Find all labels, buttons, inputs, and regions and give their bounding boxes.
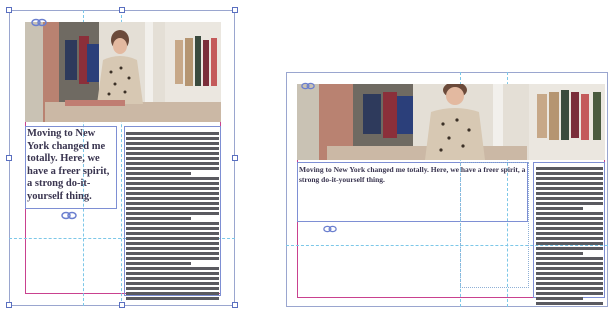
placeholder-line bbox=[126, 192, 219, 195]
placeholder-line bbox=[126, 137, 219, 140]
placeholder-line bbox=[126, 257, 219, 260]
placeholder-line bbox=[536, 182, 603, 185]
placeholder-line bbox=[126, 177, 219, 180]
placeholder-line bbox=[536, 237, 603, 240]
placeholder-line bbox=[536, 272, 603, 275]
left-placeholder-lines bbox=[126, 132, 219, 302]
placeholder-line bbox=[126, 142, 219, 145]
link-chain-icon[interactable] bbox=[323, 225, 337, 233]
placeholder-line bbox=[126, 132, 219, 135]
right-photo-frame[interactable] bbox=[297, 84, 605, 160]
placeholder-line bbox=[126, 162, 219, 165]
placeholder-line bbox=[126, 292, 219, 295]
placeholder-line bbox=[126, 157, 219, 160]
selection-handle-icon[interactable] bbox=[232, 302, 238, 308]
placeholder-line bbox=[536, 297, 583, 300]
placeholder-line bbox=[536, 267, 603, 270]
link-chain-icon[interactable] bbox=[31, 18, 47, 27]
placeholder-line bbox=[536, 212, 603, 215]
placeholder-line bbox=[536, 197, 603, 200]
placeholder-line bbox=[126, 147, 219, 150]
placeholder-line bbox=[126, 242, 219, 245]
placeholder-line bbox=[126, 207, 219, 210]
placeholder-line bbox=[536, 227, 603, 230]
placeholder-line bbox=[536, 207, 583, 210]
placeholder-line bbox=[126, 202, 219, 205]
placeholder-line bbox=[126, 247, 219, 250]
boutique-photo bbox=[297, 84, 605, 160]
selection-handle-icon[interactable] bbox=[6, 302, 12, 308]
placeholder-line bbox=[536, 242, 603, 245]
placeholder-line bbox=[126, 172, 192, 175]
selection-handle-icon[interactable] bbox=[119, 7, 125, 13]
placeholder-line bbox=[126, 237, 219, 240]
placeholder-line bbox=[536, 247, 603, 250]
placeholder-line bbox=[536, 177, 603, 180]
placeholder-line bbox=[536, 262, 603, 265]
placeholder-line bbox=[126, 182, 219, 185]
placeholder-line bbox=[536, 217, 603, 220]
placeholder-line bbox=[536, 257, 603, 260]
placeholder-line bbox=[536, 172, 603, 175]
placeholder-line bbox=[126, 252, 219, 255]
placeholder-line bbox=[126, 187, 219, 190]
placeholder-line bbox=[536, 282, 603, 285]
placeholder-line bbox=[126, 297, 219, 300]
placeholder-line bbox=[536, 232, 603, 235]
selection-handle-icon[interactable] bbox=[232, 155, 238, 161]
placeholder-line bbox=[126, 222, 219, 225]
placeholder-line bbox=[126, 277, 219, 280]
placeholder-line bbox=[536, 277, 603, 280]
selection-handle-icon[interactable] bbox=[232, 7, 238, 13]
placeholder-line bbox=[536, 202, 603, 205]
left-photo-frame[interactable] bbox=[25, 22, 221, 122]
left-story-text[interactable]: Moving to New York changed me totally. H… bbox=[27, 128, 115, 203]
placeholder-line bbox=[126, 272, 219, 275]
placeholder-line bbox=[126, 282, 219, 285]
placeholder-line bbox=[536, 287, 603, 290]
placeholder-line bbox=[126, 197, 219, 200]
placeholder-line bbox=[536, 292, 603, 295]
placeholder-line bbox=[536, 187, 603, 190]
placeholder-line bbox=[126, 167, 219, 170]
placeholder-line bbox=[126, 212, 219, 215]
placeholder-line bbox=[126, 232, 219, 235]
selection-handle-icon[interactable] bbox=[6, 155, 12, 161]
placeholder-line bbox=[126, 227, 219, 230]
placeholder-line bbox=[126, 217, 192, 220]
right-placeholder-lines bbox=[536, 167, 603, 307]
placeholder-line bbox=[126, 267, 219, 270]
link-chain-icon[interactable] bbox=[301, 82, 315, 90]
placeholder-line bbox=[536, 252, 583, 255]
placeholder-line bbox=[536, 167, 603, 170]
placeholder-line bbox=[536, 222, 603, 225]
placeholder-line bbox=[126, 152, 219, 155]
selection-handle-icon[interactable] bbox=[119, 302, 125, 308]
placeholder-line bbox=[536, 302, 603, 305]
link-chain-icon[interactable] bbox=[61, 211, 77, 220]
placeholder-line bbox=[126, 262, 192, 265]
boutique-photo bbox=[25, 22, 221, 122]
placeholder-line bbox=[126, 287, 219, 290]
placeholder-line bbox=[536, 192, 603, 195]
selection-handle-icon[interactable] bbox=[6, 7, 12, 13]
right-threaded-text-frame[interactable] bbox=[460, 162, 529, 288]
